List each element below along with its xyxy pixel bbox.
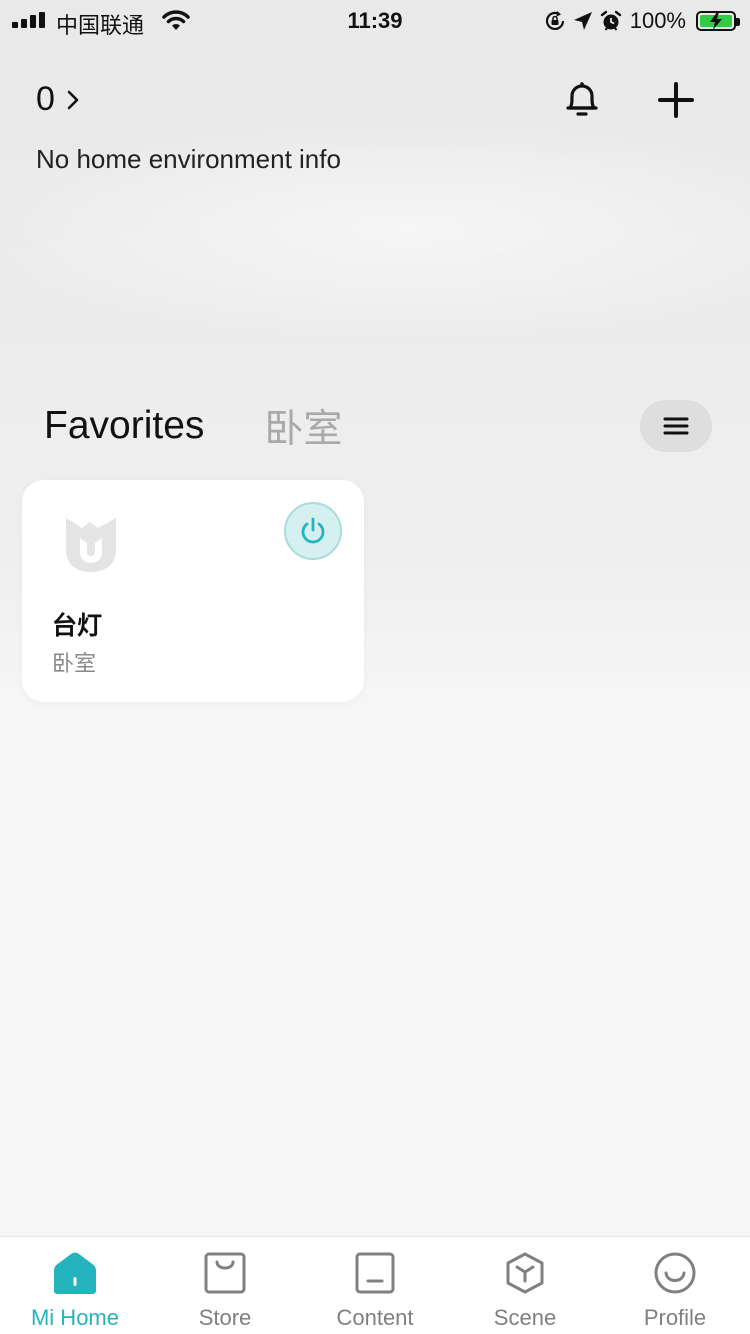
status-right-group: 100%: [544, 8, 740, 34]
plus-icon[interactable]: [654, 78, 698, 122]
nav-label: Profile: [643, 1305, 707, 1330]
nav-scene[interactable]: Scene: [450, 1237, 600, 1334]
tab-favorites[interactable]: Favorites: [44, 404, 204, 448]
nav-label: Mi Home: [30, 1305, 119, 1330]
room-tabs: Favorites 卧室: [44, 400, 342, 452]
tab-bedroom[interactable]: 卧室: [264, 398, 342, 454]
home-selector[interactable]: 0: [36, 80, 83, 119]
nav-store[interactable]: Store: [150, 1237, 300, 1334]
nav-content[interactable]: Content: [300, 1237, 450, 1334]
home-icon: [54, 1252, 96, 1294]
nav-label: Store: [198, 1305, 252, 1330]
status-bar: 中国联通 11:39 100%: [0, 0, 750, 40]
menu-icon: [663, 417, 689, 435]
home-count-label: 0: [36, 80, 55, 118]
nav-label: Scene: [493, 1305, 557, 1330]
shopping-bag-icon: [204, 1252, 246, 1294]
nav-label: Content: [336, 1305, 414, 1330]
power-icon: [301, 517, 325, 544]
room-menu-button[interactable]: [640, 400, 712, 452]
device-room: 卧室: [52, 651, 97, 676]
bottom-navigation: Mi Home Store Content Scene Profile: [0, 1236, 750, 1334]
alarm-icon: [600, 10, 621, 31]
content-icon: [355, 1252, 395, 1294]
location-arrow-icon: [573, 12, 592, 30]
home-environment-info: No home environment info: [36, 144, 341, 174]
nav-profile[interactable]: Profile: [600, 1237, 750, 1334]
mi-home-screen: 中国联通 11:39 100% 0 No home environment in…: [0, 0, 750, 1334]
nav-mi-home[interactable]: Mi Home: [0, 1237, 150, 1334]
battery-percent: 100%: [629, 8, 686, 33]
power-button[interactable]: [284, 502, 342, 560]
orientation-lock-icon: [545, 11, 564, 30]
chevron-right-icon: [67, 90, 79, 109]
cube-icon: [506, 1252, 544, 1294]
bell-icon[interactable]: [562, 78, 602, 122]
device-card[interactable]: 台灯 卧室: [22, 480, 364, 702]
battery-charging-icon: [696, 11, 740, 31]
device-name: 台灯: [52, 612, 103, 640]
mi-logo-icon: [66, 518, 116, 572]
smile-icon: [654, 1252, 696, 1294]
